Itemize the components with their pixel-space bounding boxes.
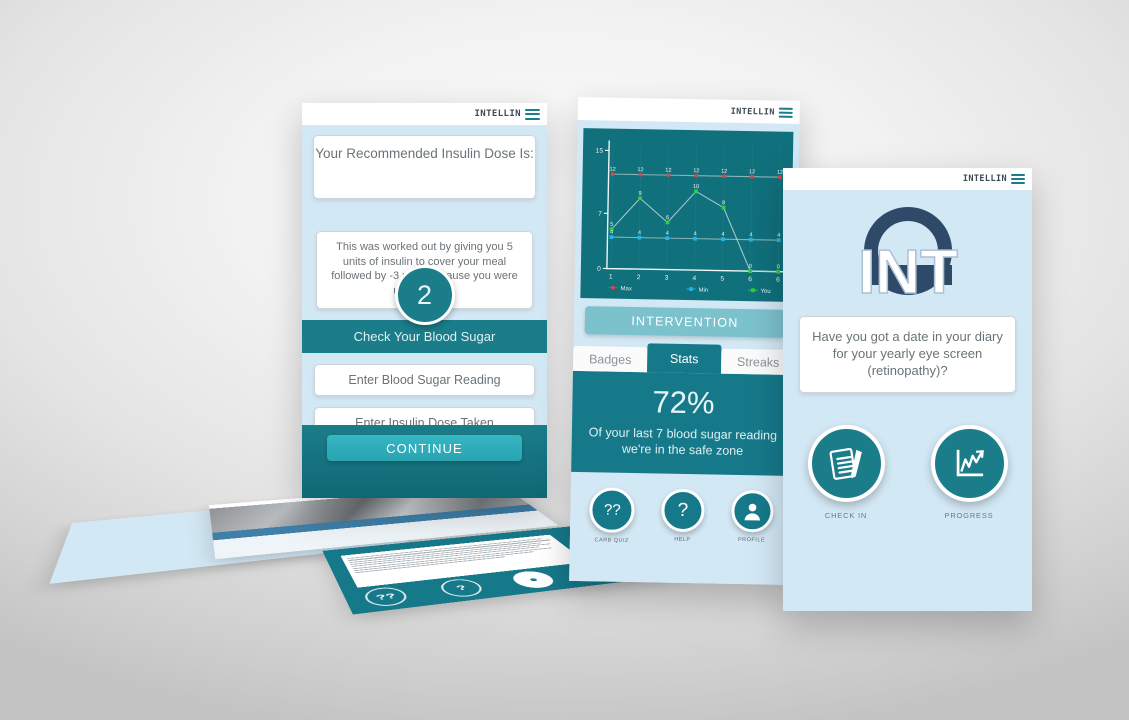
eye-screen-question-card: Have you got a date in your diary for yo… bbox=[799, 316, 1016, 393]
svg-text:4: 4 bbox=[666, 231, 669, 237]
svg-text:Min: Min bbox=[698, 288, 708, 294]
brand-name: INTELLIN bbox=[962, 174, 1007, 184]
chart-svg: 0715 1234566 12 12 12 12 12 12 124 4 4 4 4 4 4596108… bbox=[596, 140, 787, 295]
section-title: Check Your Blood Sugar bbox=[353, 329, 496, 344]
svg-text:6: 6 bbox=[776, 277, 780, 284]
tab-stats[interactable]: Stats bbox=[646, 343, 722, 374]
poster-stage: ?? ? ● INTELLIN Your Recommended Insulin… bbox=[0, 0, 1129, 720]
svg-text:5: 5 bbox=[720, 276, 724, 283]
svg-text:4: 4 bbox=[694, 231, 697, 237]
question-mark-icon: ? bbox=[661, 488, 705, 533]
question-marks-icon: ?? bbox=[589, 487, 636, 534]
phone-screen-stats: INTELLIN 0 7 15 1234566 12 12 12 12 12 12 12 4 4 4 4… bbox=[569, 96, 800, 585]
phone-screen-home: INTELLIN INT Have you got a date in your… bbox=[783, 168, 1032, 611]
svg-text:12: 12 bbox=[610, 167, 616, 173]
dose-title: Your Recommended Insulin Dose Is: bbox=[315, 146, 534, 161]
nav-item-profile[interactable]: PROFILE bbox=[730, 489, 774, 544]
svg-text:0: 0 bbox=[777, 264, 780, 270]
svg-text:7: 7 bbox=[598, 211, 602, 218]
svg-text:You: You bbox=[760, 289, 770, 295]
nav-label-help: HELP bbox=[674, 536, 691, 544]
svg-text:10: 10 bbox=[693, 184, 699, 190]
person-icon: ● bbox=[506, 569, 561, 590]
brand-logo: INTELLIN bbox=[730, 106, 800, 118]
tab-badges[interactable]: Badges bbox=[572, 345, 648, 373]
action-label-progress: PROGRESS bbox=[944, 511, 994, 520]
tab-streaks-label: Streaks bbox=[736, 354, 780, 370]
question-marks-icon: ?? bbox=[361, 585, 412, 609]
blood-sugar-input[interactable]: Enter Blood Sugar Reading bbox=[314, 364, 535, 396]
app-header: INTELLIN bbox=[577, 96, 800, 125]
tab-badges-label: Badges bbox=[588, 351, 632, 367]
svg-text:6: 6 bbox=[666, 215, 669, 221]
brand-name: INTELLIN bbox=[730, 106, 775, 118]
growth-chart-icon bbox=[930, 425, 1008, 502]
svg-text:4: 4 bbox=[610, 230, 613, 236]
svg-text:5: 5 bbox=[610, 222, 613, 228]
intervention-button[interactable]: INTERVENTION bbox=[584, 306, 786, 338]
stats-tabs: Badges Stats Streaks bbox=[572, 342, 796, 375]
logo-text: INT bbox=[858, 238, 958, 307]
svg-text:4: 4 bbox=[692, 275, 696, 282]
dose-value: 2 bbox=[416, 279, 433, 310]
app-header: INTELLIN bbox=[783, 168, 1032, 190]
svg-text:0: 0 bbox=[749, 264, 752, 270]
intellin-ring-logo: INT bbox=[783, 190, 1032, 316]
person-icon bbox=[730, 489, 774, 533]
svg-text:6: 6 bbox=[748, 276, 752, 283]
svg-text:4: 4 bbox=[777, 233, 780, 239]
svg-text:3: 3 bbox=[665, 275, 669, 282]
svg-text:12: 12 bbox=[749, 169, 755, 175]
bottom-nav: ?? CARB QUIZ ? HELP PROFILE bbox=[569, 474, 794, 585]
dose-value-badge: 2 bbox=[394, 265, 455, 325]
svg-text:4: 4 bbox=[749, 232, 752, 238]
tab-stats-label: Stats bbox=[669, 351, 699, 366]
clipboard-pen-icon bbox=[807, 425, 885, 502]
safe-zone-subtitle: Of your last 7 blood sugar reading we're… bbox=[588, 424, 778, 458]
brand-logo: INTELLIN bbox=[474, 108, 547, 120]
svg-text:4: 4 bbox=[638, 230, 641, 236]
intervention-label: INTERVENTION bbox=[631, 313, 739, 330]
brand-name: INTELLIN bbox=[474, 109, 521, 119]
stats-panel: 72% Of your last 7 blood sugar reading w… bbox=[571, 370, 795, 476]
svg-text:12: 12 bbox=[637, 167, 643, 173]
blood-sugar-input-placeholder: Enter Blood Sugar Reading bbox=[348, 373, 501, 387]
brand-logo: INTELLIN bbox=[963, 174, 1032, 184]
hamburger-menu-icon[interactable] bbox=[778, 107, 793, 118]
logo-svg: INT bbox=[857, 207, 958, 308]
svg-text:8: 8 bbox=[722, 200, 725, 206]
nav-item-help[interactable]: ? HELP bbox=[661, 488, 705, 544]
svg-text:4: 4 bbox=[721, 232, 724, 238]
dose-title-card: Your Recommended Insulin Dose Is: bbox=[313, 135, 536, 199]
svg-text:12: 12 bbox=[721, 169, 727, 175]
phone-screen-insulin-dose: INTELLIN Your Recommended Insulin Dose I… bbox=[302, 103, 547, 498]
svg-text:1: 1 bbox=[609, 274, 613, 281]
svg-text:15: 15 bbox=[596, 148, 604, 155]
nav-item-carb-quiz[interactable]: ?? CARB QUIZ bbox=[589, 487, 636, 544]
blood-sugar-chart: 0 7 15 1234566 12 12 12 12 12 12 12 4 4 4 4 4 4 4 5 9 6 10 8… bbox=[580, 128, 794, 302]
continue-label: CONTINUE bbox=[386, 440, 463, 456]
app-header: INTELLIN bbox=[302, 103, 547, 125]
hamburger-menu-icon[interactable] bbox=[525, 108, 540, 120]
svg-text:9: 9 bbox=[639, 191, 642, 197]
nav-label-profile: PROFILE bbox=[737, 536, 766, 544]
question-mark-icon: ? bbox=[435, 577, 488, 599]
eye-screen-question: Have you got a date in your diary for yo… bbox=[812, 329, 1003, 378]
svg-text:12: 12 bbox=[665, 168, 671, 174]
action-label-check-in: CHECK IN bbox=[824, 511, 868, 520]
svg-text:Max: Max bbox=[620, 286, 631, 292]
svg-text:0: 0 bbox=[597, 266, 601, 273]
action-check-in[interactable]: CHECK IN bbox=[807, 425, 885, 520]
phone1-footer: CONTINUE bbox=[302, 425, 547, 498]
action-progress[interactable]: PROGRESS bbox=[930, 425, 1008, 520]
continue-button[interactable]: CONTINUE bbox=[327, 435, 522, 461]
safe-zone-percent: 72% bbox=[652, 384, 715, 421]
svg-text:12: 12 bbox=[693, 168, 699, 174]
svg-text:2: 2 bbox=[637, 274, 641, 281]
home-actions: CHECK IN PROGRESS bbox=[783, 425, 1032, 520]
hamburger-menu-icon[interactable] bbox=[1011, 174, 1025, 184]
nav-label-carb-quiz: CARB QUIZ bbox=[594, 537, 629, 544]
